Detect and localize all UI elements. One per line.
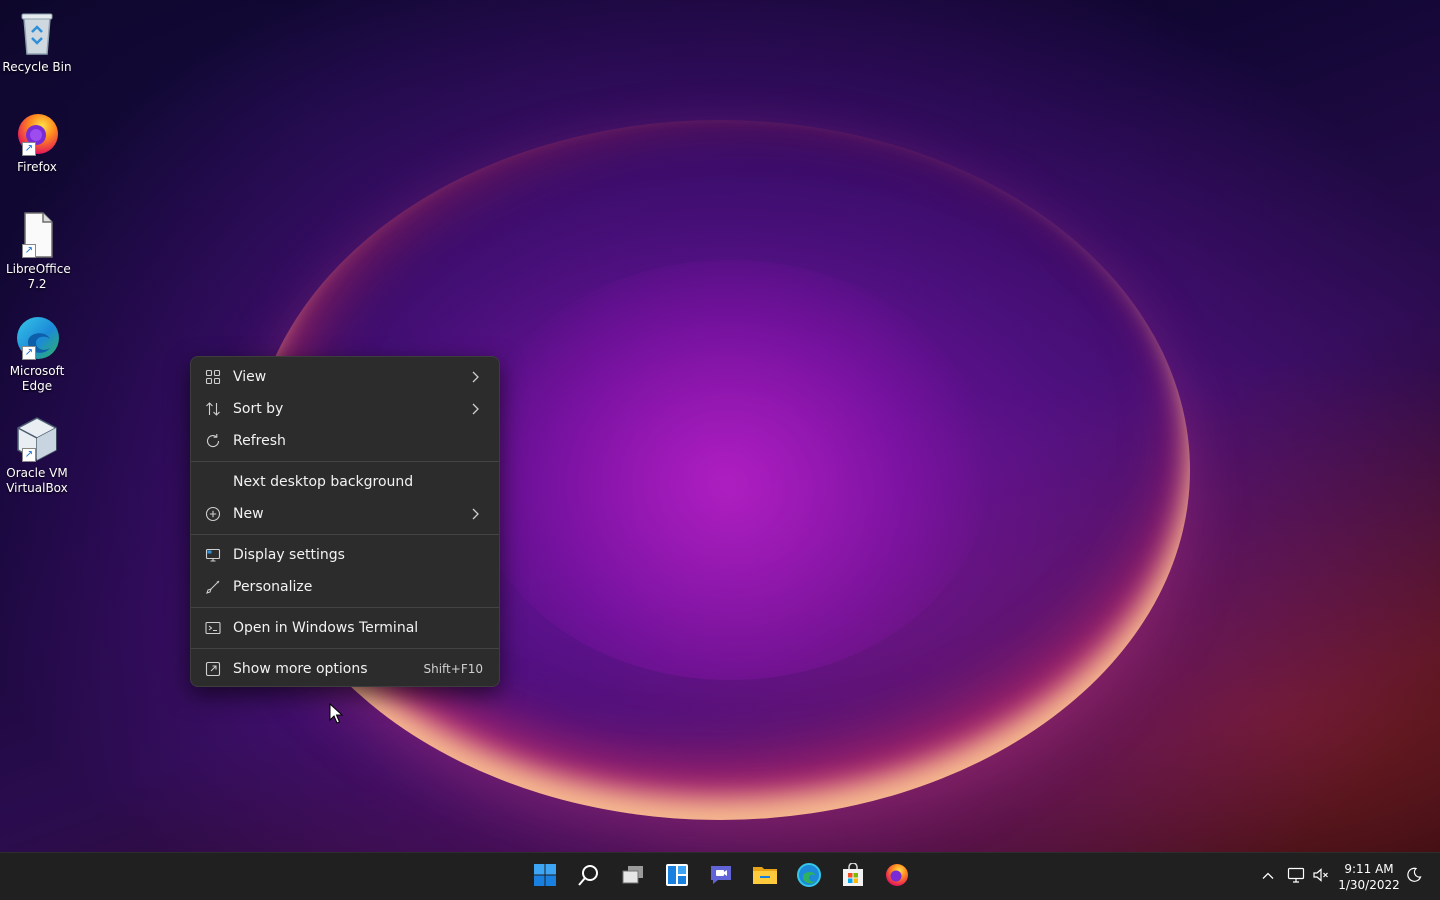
menu-item-label: View xyxy=(233,369,267,385)
menu-item-display-settings[interactable]: Display settings xyxy=(195,539,495,571)
menu-item-view[interactable]: View xyxy=(195,361,495,393)
wallpaper-orb-glow xyxy=(470,260,990,680)
chevron-right-icon xyxy=(467,369,483,385)
brush-icon xyxy=(205,579,221,595)
clock-date: 1/30/2022 xyxy=(1338,878,1400,892)
desktop-icon-label: Oracle VM VirtualBox xyxy=(6,466,68,495)
network-button[interactable] xyxy=(1286,867,1306,887)
desktop-icon-firefox[interactable]: ↗ Firefox xyxy=(0,108,74,175)
menu-item-refresh[interactable]: Refresh xyxy=(195,425,495,457)
firefox-taskbar-button[interactable] xyxy=(879,859,915,895)
menu-item-label: Sort by xyxy=(233,401,284,417)
menu-item-label: Personalize xyxy=(233,579,313,595)
desktop-icon-label: Microsoft Edge xyxy=(9,364,65,393)
shortcut-arrow-icon: ↗ xyxy=(22,142,36,156)
menu-item-new[interactable]: New xyxy=(195,498,495,530)
volume-button[interactable] xyxy=(1311,867,1331,887)
menu-item-sort-by[interactable]: Sort by xyxy=(195,393,495,425)
store-icon xyxy=(841,862,865,891)
terminal-icon xyxy=(205,620,221,636)
expand-icon xyxy=(205,661,221,677)
menu-item-label: Show more options xyxy=(233,661,368,677)
menu-separator xyxy=(191,461,499,462)
edge-icon xyxy=(796,862,822,892)
task-view-icon xyxy=(621,863,645,891)
edge-taskbar-button[interactable] xyxy=(791,859,827,895)
sort-icon xyxy=(205,401,221,417)
grid-view-icon xyxy=(205,369,221,385)
shortcut-arrow-icon: ↗ xyxy=(22,346,36,360)
task-view-button[interactable] xyxy=(615,859,651,895)
mouse-cursor-icon xyxy=(329,702,344,725)
volume-muted-icon xyxy=(1312,866,1330,888)
recycle-bin-icon xyxy=(12,8,62,58)
show-hidden-icons-button[interactable] xyxy=(1258,867,1278,887)
chevron-right-icon xyxy=(467,401,483,417)
start-button[interactable] xyxy=(527,859,563,895)
chat-icon xyxy=(708,863,734,891)
widgets-button[interactable] xyxy=(659,859,695,895)
start-icon xyxy=(533,863,557,891)
firefox-icon xyxy=(884,862,910,892)
file-explorer-icon xyxy=(752,863,778,891)
menu-item-label: Next desktop background xyxy=(233,474,414,490)
menu-item-label: Display settings xyxy=(233,547,345,563)
menu-item-label: Refresh xyxy=(233,433,286,449)
menu-separator xyxy=(191,648,499,649)
clock-time: 9:11 AM xyxy=(1344,862,1394,876)
chat-button[interactable] xyxy=(703,859,739,895)
menu-item-label: Open in Windows Terminal xyxy=(233,620,419,636)
menu-item-next-desktop-background[interactable]: Next desktop background xyxy=(195,466,495,498)
network-icon xyxy=(1287,866,1305,888)
desktop-context-menu: View Sort by Refresh Next desktop backgr… xyxy=(190,356,500,687)
menu-item-open-in-windows-terminal[interactable]: Open in Windows Terminal xyxy=(195,612,495,644)
clock[interactable]: 9:11 AM 1/30/2022 xyxy=(1330,861,1408,893)
display-icon xyxy=(205,547,221,563)
refresh-icon xyxy=(205,433,221,449)
desktop-icon-recycle-bin[interactable]: Recycle Bin xyxy=(0,8,74,75)
chevron-right-icon xyxy=(467,506,483,522)
store-button[interactable] xyxy=(835,859,871,895)
keyboard-shortcut: Shift+F10 xyxy=(423,662,483,676)
search-icon xyxy=(577,863,601,891)
edge-icon: ↗ xyxy=(12,312,62,362)
taskbar: 9:11 AM 1/30/2022 xyxy=(0,852,1440,900)
moon-icon xyxy=(1406,867,1422,887)
shortcut-arrow-icon: ↗ xyxy=(22,448,36,462)
desktop-icon-label: Recycle Bin xyxy=(2,60,72,74)
menu-separator xyxy=(191,534,499,535)
desktop-icon-edge[interactable]: ↗ Microsoft Edge xyxy=(0,312,74,394)
desktop-icon-libreoffice[interactable]: ↗ LibreOffice 7.2 xyxy=(0,210,74,292)
menu-item-personalize[interactable]: Personalize xyxy=(195,571,495,603)
search-button[interactable] xyxy=(571,859,607,895)
chevron-up-icon xyxy=(1261,868,1275,887)
widgets-icon xyxy=(665,863,689,891)
desktop-icon-label: Firefox xyxy=(17,160,57,174)
plus-circle-icon xyxy=(205,506,221,522)
desktop-icon-label: LibreOffice 7.2 xyxy=(6,262,71,291)
file-explorer-button[interactable] xyxy=(747,859,783,895)
desktop-icon-virtualbox[interactable]: ↗ Oracle VM VirtualBox xyxy=(0,414,74,496)
menu-item-label: New xyxy=(233,506,264,522)
virtualbox-icon: ↗ xyxy=(12,414,62,464)
firefox-icon: ↗ xyxy=(12,108,62,158)
notification-button[interactable] xyxy=(1404,867,1424,887)
menu-item-show-more-options[interactable]: Show more options Shift+F10 xyxy=(195,653,495,685)
shortcut-arrow-icon: ↗ xyxy=(22,244,36,258)
libreoffice-icon: ↗ xyxy=(12,210,62,260)
menu-separator xyxy=(191,607,499,608)
